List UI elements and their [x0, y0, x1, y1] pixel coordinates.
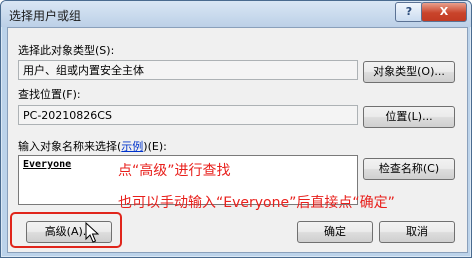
window-title: 选择用户或组	[9, 9, 82, 23]
check-names-button[interactable]: 检查名称(C)	[363, 158, 455, 180]
annotation-line-1: 点“高级”进行查找	[118, 163, 231, 179]
names-label-suffix: )(E):	[143, 140, 167, 153]
close-button[interactable]: X	[421, 2, 467, 22]
names-label-prefix: 输入对象名称来选择(	[18, 140, 122, 153]
advanced-highlight-box	[10, 212, 122, 248]
cancel-button[interactable]: 取消	[379, 221, 455, 243]
object-type-field: 用户、组或内置安全主体	[18, 60, 358, 80]
object-types-button[interactable]: 对象类型(O)...	[363, 61, 455, 83]
title-bar: 选择用户或组 ? X	[1, 1, 471, 27]
object-type-label: 选择此对象类型(S):	[18, 44, 115, 57]
location-field: PC-20210826CS	[18, 105, 358, 125]
annotation-line-2: 也可以手动输入“Everyone”后直接点“确定”	[118, 195, 395, 211]
location-label: 查找位置(F):	[18, 88, 81, 101]
help-button[interactable]: ?	[395, 2, 423, 22]
locations-button[interactable]: 位置(L)...	[363, 106, 455, 128]
examples-link[interactable]: 示例	[121, 140, 143, 153]
names-label: 输入对象名称来选择(示例)(E):	[18, 138, 167, 154]
ok-button[interactable]: 确定	[297, 221, 373, 243]
object-names-value: Everyone	[23, 159, 72, 170]
mouse-pointer-icon	[85, 222, 99, 243]
